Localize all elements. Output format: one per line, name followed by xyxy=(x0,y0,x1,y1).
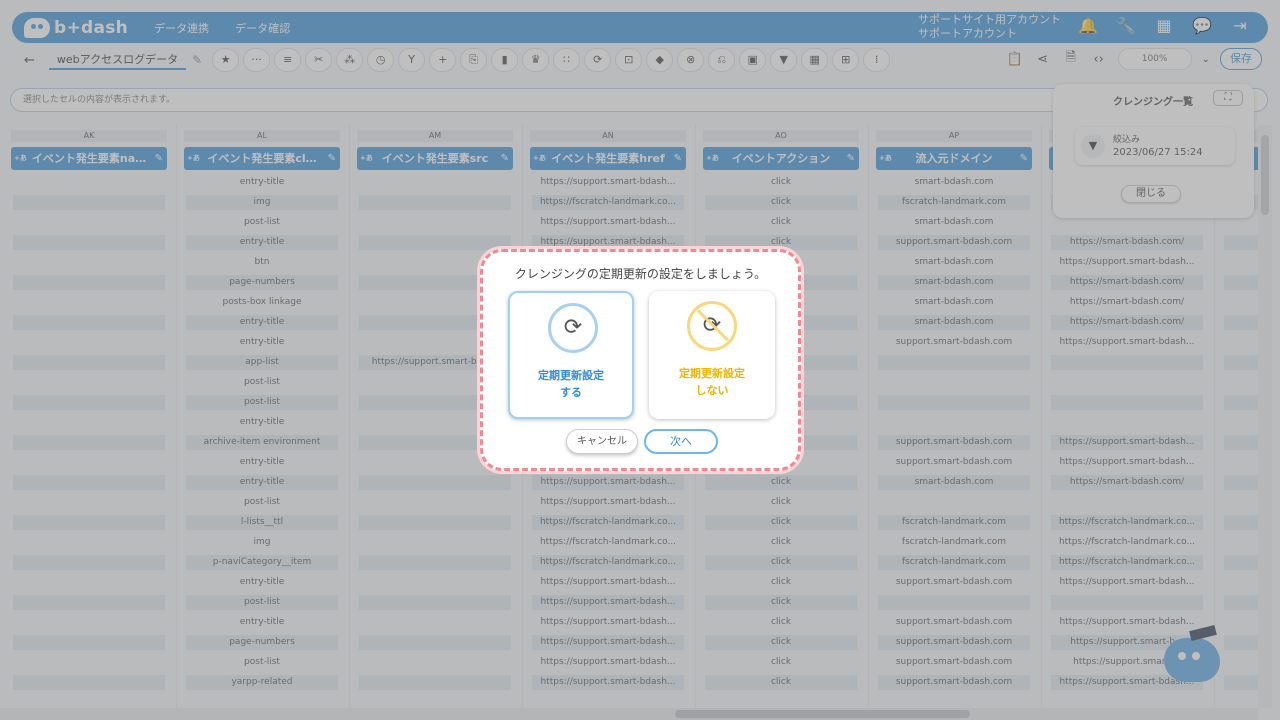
option-disable-label: 定期更新設定 しない xyxy=(649,365,775,399)
option-disable-periodic-update[interactable]: ⟳ 定期更新設定 しない xyxy=(649,291,775,419)
periodic-update-modal: クレンジングの定期更新の設定をしましょう。 ⟳ 定期更新設定 する ⟳ 定期更新… xyxy=(480,249,801,471)
next-button[interactable]: 次へ xyxy=(644,429,718,454)
refresh-icon: ⟳ xyxy=(548,303,598,353)
option-enable-line1: 定期更新設定 xyxy=(538,369,604,382)
cancel-button[interactable]: キャンセル xyxy=(566,429,638,454)
no-refresh-icon: ⟳ xyxy=(687,301,737,351)
option-enable-periodic-update[interactable]: ⟳ 定期更新設定 する xyxy=(508,291,634,419)
modal-title: クレンジングの定期更新の設定をしましょう。 xyxy=(514,267,767,281)
option-disable-line2: しない xyxy=(695,384,729,397)
slash-mark xyxy=(697,309,729,342)
option-enable-line2: する xyxy=(560,386,582,399)
option-enable-label: 定期更新設定 する xyxy=(510,367,632,401)
option-disable-line1: 定期更新設定 xyxy=(679,367,745,380)
